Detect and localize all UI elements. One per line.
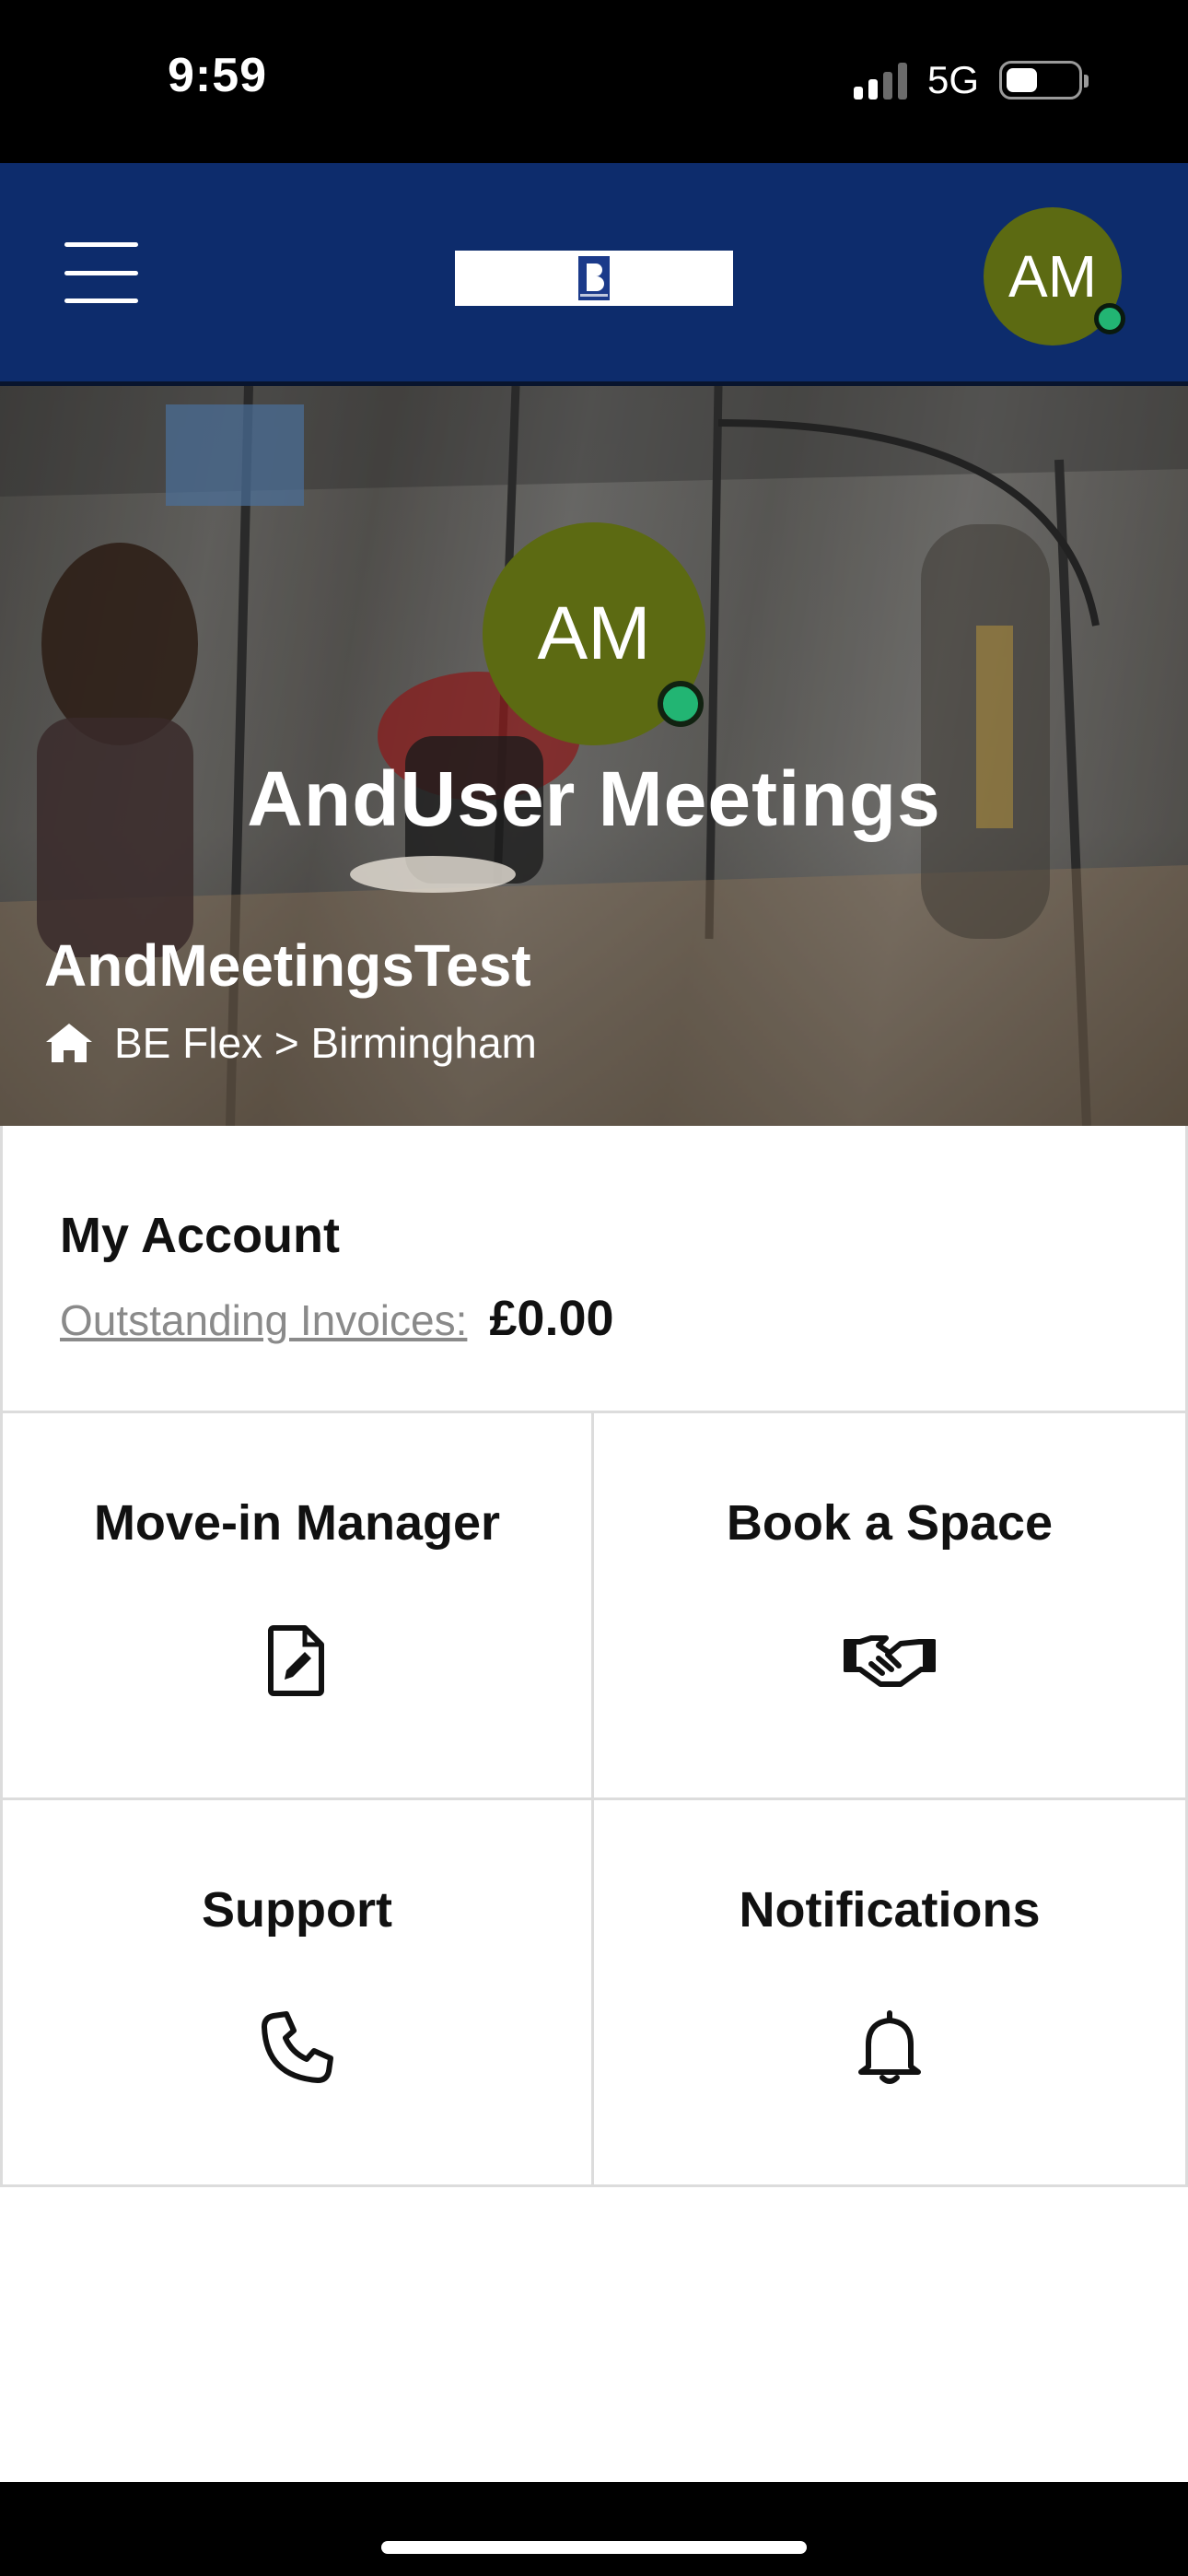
profile-avatar[interactable]: AM — [483, 522, 705, 745]
invoices-amount: £0.00 — [489, 1291, 614, 1346]
home-indicator[interactable] — [381, 2541, 807, 2554]
hamburger-menu-icon[interactable] — [64, 242, 138, 303]
online-status-dot — [1094, 303, 1125, 334]
be-logo[interactable] — [455, 251, 733, 306]
online-status-dot — [658, 681, 704, 727]
tile-label: Notifications — [739, 1882, 1041, 1938]
profile-avatar-initials: AM — [537, 591, 651, 675]
profile-hero: AM AndUser Meetings AndMeetingsTest BE F… — [0, 386, 1188, 1126]
book-a-space-tile[interactable]: Book a Space — [591, 1411, 1188, 1800]
company-name: AndMeetingsTest — [44, 932, 531, 999]
feature-tiles: Move-in Manager Book a Space Support Not… — [0, 1411, 1188, 2187]
tile-label: Move-in Manager — [93, 1495, 501, 1551]
move-in-manager-tile[interactable]: Move-in Manager — [0, 1411, 594, 1800]
bottom-bar — [0, 2482, 1188, 2576]
network-label: 5G — [926, 58, 979, 101]
signal-icon — [853, 61, 907, 100]
my-account-card: My Account Outstanding Invoices: £0.00 — [0, 1126, 1188, 1413]
location-breadcrumb[interactable]: BE Flex > Birmingham — [44, 1018, 537, 1068]
home-icon — [46, 1024, 92, 1062]
battery-icon — [999, 61, 1089, 100]
file-edit-icon — [251, 1614, 344, 1706]
avatar-initials: AM — [1008, 243, 1097, 310]
tile-label: Book a Space — [726, 1495, 1054, 1551]
outstanding-invoices-link[interactable]: Outstanding Invoices: — [60, 1295, 467, 1345]
location-text: BE Flex > Birmingham — [114, 1019, 537, 1067]
header-avatar[interactable]: AM — [984, 207, 1125, 345]
tile-label: Support — [202, 1882, 392, 1938]
status-bar: 9:59 5G — [0, 0, 1188, 163]
bell-icon — [844, 2001, 936, 2093]
phone-icon — [251, 2001, 344, 2093]
user-name: AndUser Meetings — [247, 755, 941, 842]
status-time: 9:59 — [168, 49, 268, 102]
support-tile[interactable]: Support — [0, 1797, 594, 2187]
handshake-icon — [844, 1614, 936, 1706]
logo-mark-icon — [578, 256, 610, 300]
my-account-title: My Account — [60, 1208, 341, 1263]
status-indicators: 5G — [853, 57, 1089, 103]
notifications-tile[interactable]: Notifications — [591, 1797, 1188, 2187]
invoices-row: Outstanding Invoices: £0.00 — [60, 1290, 614, 1347]
app-header: AM — [0, 163, 1188, 386]
